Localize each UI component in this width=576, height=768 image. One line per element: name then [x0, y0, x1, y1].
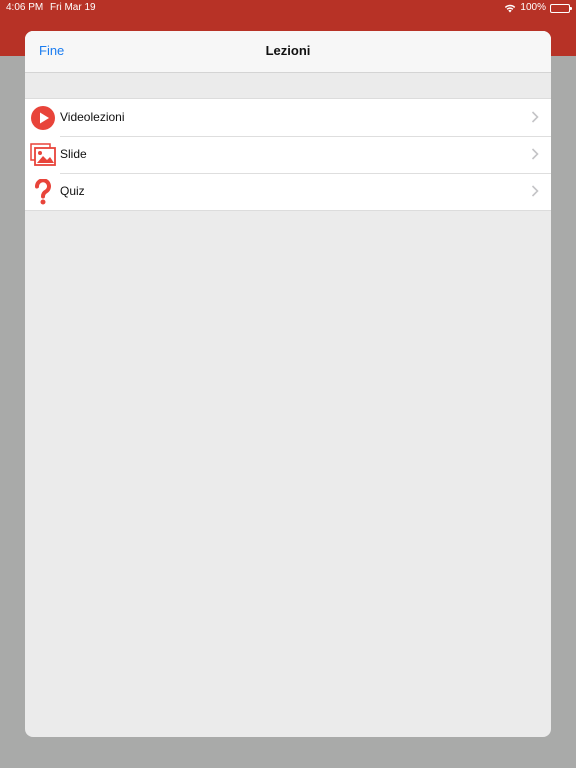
status-right: 100%: [504, 0, 572, 16]
battery-percent: 100%: [520, 2, 546, 13]
list-item-label: Videolezioni: [60, 110, 125, 124]
status-date: Fri Mar 19: [50, 2, 96, 13]
chevron-right-icon: [531, 148, 539, 160]
page-title: Lezioni: [265, 43, 311, 58]
list-item-videolezioni[interactable]: Videolezioni: [25, 99, 551, 136]
battery-icon: [550, 3, 572, 13]
image-gallery-icon: [30, 142, 56, 168]
list-item-label: Quiz: [60, 184, 85, 198]
lessons-list: Videolezioni Slide Quiz: [25, 98, 551, 211]
chevron-right-icon: [531, 111, 539, 123]
question-mark-icon: [30, 179, 56, 205]
list-item-label: Slide: [60, 147, 87, 161]
status-time: 4:06 PM: [6, 2, 44, 13]
sheet-navigation-bar: Fine Lezioni: [25, 31, 551, 73]
wifi-icon: [505, 4, 516, 13]
status-bar: 4:06 PM Fri Mar 19 100%: [0, 0, 576, 16]
chevron-right-icon: [531, 185, 539, 197]
list-item-quiz[interactable]: Quiz: [25, 173, 551, 210]
play-circle-icon: [30, 105, 56, 131]
lessons-sheet: Fine Lezioni Videolezioni Slide Quiz: [25, 31, 551, 737]
list-item-slide[interactable]: Slide: [25, 136, 551, 173]
